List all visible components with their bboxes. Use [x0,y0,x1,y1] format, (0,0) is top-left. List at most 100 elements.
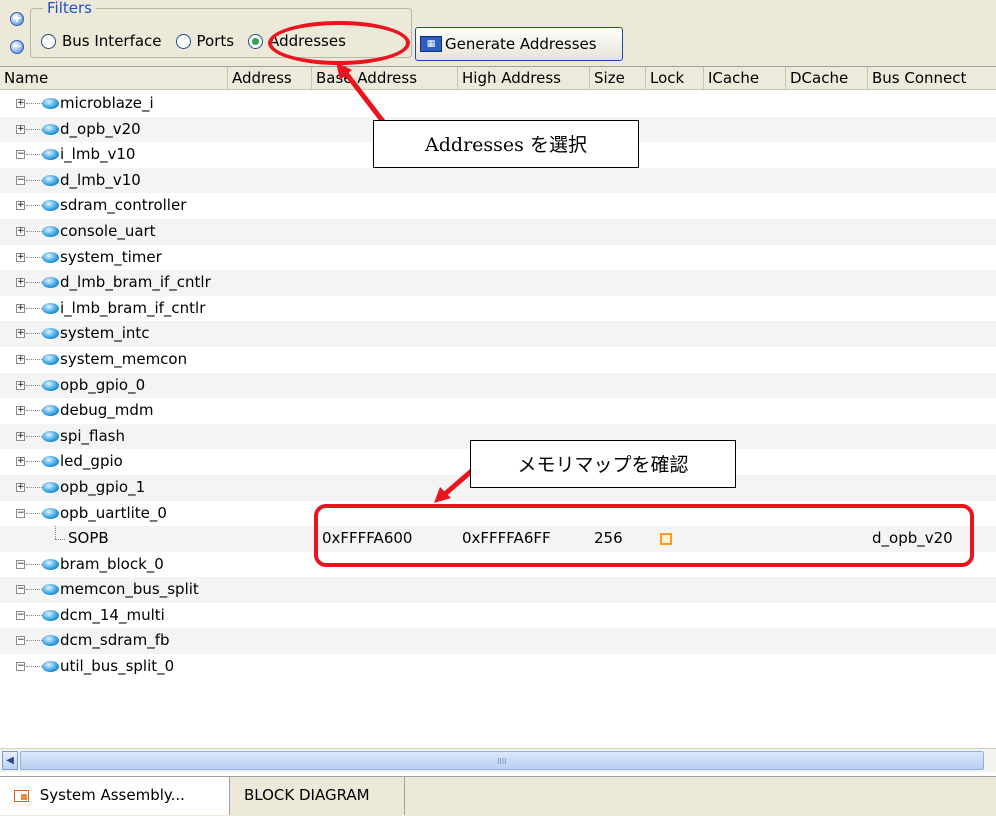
table-row[interactable]: + opb_gpio_0 [0,372,996,399]
zoom-out-icon[interactable]: − [10,40,24,54]
module-name: dcm_sdram_fb [60,631,170,650]
collapse-icon[interactable]: − [16,610,25,620]
module-icon [42,405,59,417]
tree-line [26,154,42,156]
module-name: opb_uartlite_0 [60,503,167,522]
expand-icon[interactable]: + [16,457,25,467]
module-icon [42,123,59,135]
radio-bus-interface-label[interactable]: Bus Interface [62,32,162,50]
expand-icon[interactable]: + [16,431,25,441]
column-header-high-address[interactable]: High Address [458,67,590,90]
expand-icon[interactable]: + [16,354,25,364]
table-row[interactable]: − d_lmb_v10 [0,167,996,194]
horizontal-scrollbar[interactable]: ◀ IIII [0,748,996,772]
radio-ports[interactable] [175,33,191,49]
expand-icon[interactable]: + [16,226,25,236]
tree-line [26,230,42,232]
tree-line [26,103,42,104]
table-row[interactable]: + sdram_controller [0,193,996,219]
tree-line [26,333,42,335]
collapse-icon[interactable]: − [16,636,25,646]
module-icon [42,558,59,570]
module-name: led_gpio [60,452,123,471]
tree-line [26,589,42,591]
table-row[interactable]: − dcm_14_multi [0,603,996,629]
column-header-lock[interactable]: Lock [646,67,704,90]
interface-name: SOPB [68,529,109,548]
module-icon [42,225,59,237]
collapse-icon[interactable]: − [16,662,25,672]
table-row[interactable]: − dcm_sdram_fb [0,628,996,655]
column-header-icache[interactable]: ICache [704,67,786,90]
scroll-left-arrow-icon[interactable]: ◀ [2,751,18,770]
module-name: microblaze_i [60,94,154,112]
column-header-dcache[interactable]: DCache [786,67,868,90]
module-icon [42,302,59,314]
collapse-icon[interactable]: − [16,508,25,518]
callout-select-addresses: Addresses を選択 [373,120,639,168]
tree-line [26,614,42,616]
expand-icon[interactable]: + [16,201,25,211]
module-name: sdram_controller [60,196,187,215]
table-row[interactable]: + console_uart [0,218,996,245]
column-header-bus-connect[interactable]: Bus Connect [868,67,996,90]
radio-addresses[interactable] [248,33,264,49]
expand-icon[interactable]: + [16,406,25,416]
tree-line [55,539,65,541]
scroll-thumb[interactable]: IIII [20,751,984,770]
filters-legend: Filters [43,0,96,17]
module-icon [42,353,59,365]
module-name: d_lmb_v10 [60,170,141,189]
table-row[interactable]: + system_intc [0,321,996,347]
expand-icon[interactable]: + [16,329,25,339]
module-icon [42,584,59,596]
table-row[interactable]: + i_lmb_bram_if_cntlr [0,296,996,322]
address-table: Name Address Base Address High Address S… [0,66,996,776]
module-name: system_intc [60,324,150,343]
module-name: i_lmb_v10 [60,145,136,164]
system-assembly-icon [14,789,29,802]
tree-line [26,384,42,386]
module-name: i_lmb_bram_if_cntlr [60,298,206,317]
module-icon [42,430,59,442]
column-header-base-address[interactable]: Base Address [312,67,458,90]
tree-line [26,282,42,284]
table-row[interactable]: + system_timer [0,245,996,271]
module-icon [42,635,59,647]
table-row[interactable]: + debug_mdm [0,398,996,424]
expand-icon[interactable]: + [16,482,25,492]
expand-icon[interactable]: + [16,380,25,390]
column-header-name[interactable]: Name [0,67,228,90]
column-header-size[interactable]: Size [590,67,646,90]
tree-line [26,461,42,463]
module-icon [42,661,59,673]
table-row[interactable]: − util_bus_split_0 [0,654,996,680]
radio-ports-label[interactable]: Ports [197,32,235,50]
radio-bus-interface[interactable] [41,33,56,49]
expand-icon[interactable]: + [16,124,25,134]
module-name: system_timer [60,247,162,266]
module-icon [42,277,59,289]
generate-addresses-button[interactable]: ▦ Generate Addresses [415,27,623,61]
table-row[interactable]: − memcon_bus_split [0,577,996,603]
tree-line [26,256,42,258]
tab-system-assembly[interactable]: System Assembly... [0,777,230,815]
collapse-icon[interactable]: − [16,559,25,569]
expand-icon[interactable]: + [16,278,25,288]
module-icon [42,200,59,212]
table-row[interactable]: + d_lmb_bram_if_cntlr [0,270,996,296]
column-header-address[interactable]: Address [228,67,312,90]
tab-block-diagram[interactable]: BLOCK DIAGRAM [230,777,405,815]
zoom-in-icon[interactable]: + [10,12,24,26]
collapse-icon[interactable]: − [16,175,25,185]
expand-icon[interactable]: + [16,303,25,313]
table-row[interactable]: + microblaze_i [0,91,996,117]
module-icon [42,98,59,109]
tab-block-diagram-label: BLOCK DIAGRAM [244,786,370,804]
scroll-grip: IIII [497,757,507,766]
collapse-icon[interactable]: − [16,150,25,160]
expand-icon[interactable]: + [16,99,25,108]
expand-icon[interactable]: + [16,252,25,262]
collapse-icon[interactable]: − [16,585,25,595]
table-row[interactable]: + system_memcon [0,347,996,373]
